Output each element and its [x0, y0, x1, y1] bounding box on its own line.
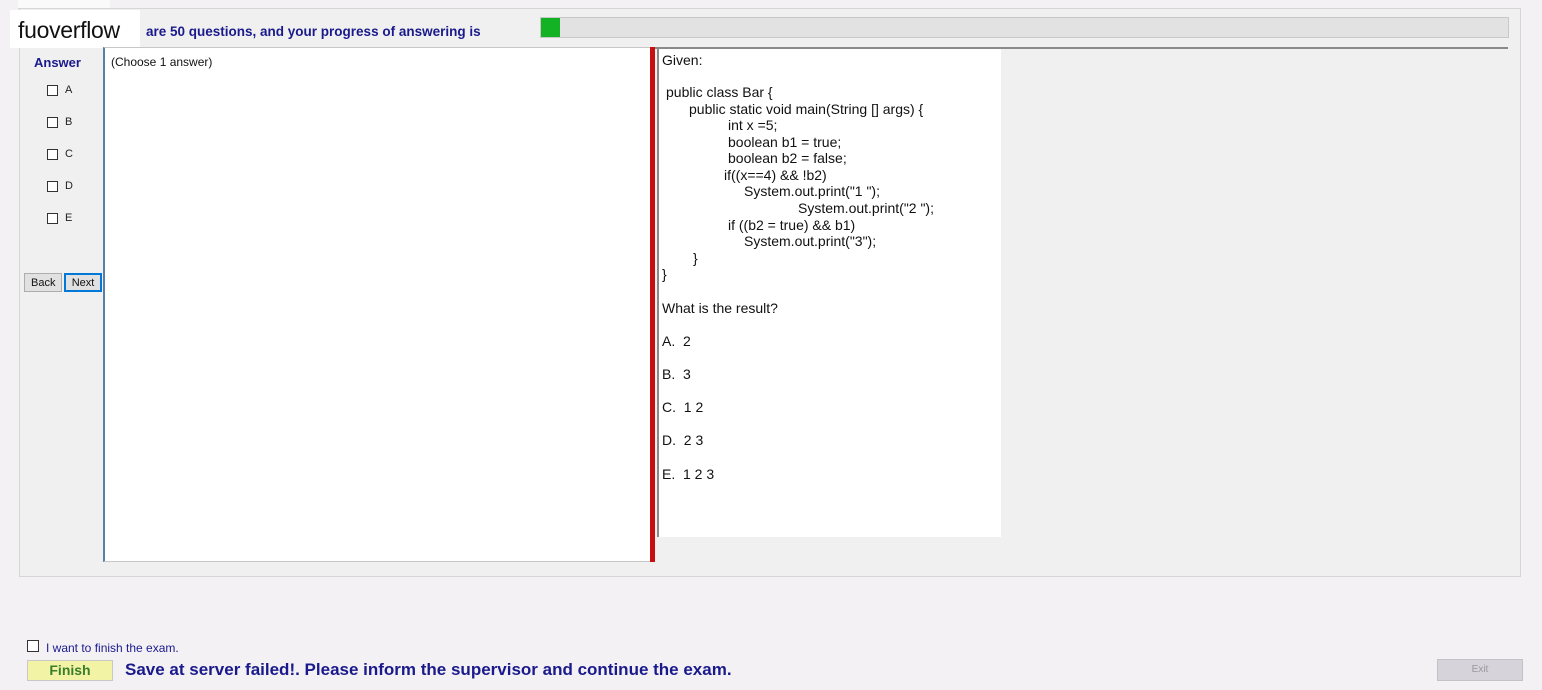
choice-c: C. 1 2 [662, 399, 704, 415]
code-line: } [662, 266, 667, 282]
option-e[interactable]: E [47, 210, 72, 226]
save-status-message: Save at server failed!. Please inform th… [125, 660, 732, 679]
choice-d: D. 2 3 [662, 432, 704, 448]
choice-b: B. 3 [662, 366, 691, 382]
progress-bar [540, 17, 1509, 38]
checkbox[interactable] [47, 116, 58, 128]
question-given: Given: [662, 52, 703, 68]
code-line: System.out.print("3"); [744, 233, 877, 249]
option-d[interactable]: D [47, 178, 73, 194]
choice-e: E. 1 2 3 [662, 466, 715, 482]
finish-button[interactable]: Finish [27, 660, 113, 681]
option-label: C [65, 148, 73, 160]
option-label: D [65, 180, 73, 192]
finish-checkbox-label: I want to finish the exam. [46, 641, 179, 655]
finish-checkbox[interactable] [27, 640, 39, 652]
option-a[interactable]: A [47, 82, 72, 98]
progress-text: are 50 questions, and your progress of a… [146, 24, 481, 39]
option-label: B [65, 116, 73, 128]
checkbox[interactable] [47, 180, 58, 192]
code-line: boolean b2 = false; [728, 150, 847, 166]
option-c[interactable]: C [47, 146, 73, 162]
question-panel: Given: public class Bar { public static … [657, 49, 1001, 537]
code-line: public static void main(String [] args) … [689, 101, 924, 117]
code-line: if((x==4) && !b2) [724, 167, 827, 183]
code-line: public class Bar { [666, 84, 773, 100]
code-line: int x =5; [728, 117, 778, 133]
next-button[interactable]: Next [64, 273, 102, 292]
code-line: System.out.print("1 "); [744, 183, 880, 199]
choice-a: A. 2 [662, 333, 691, 349]
answer-panel [103, 47, 650, 562]
exit-button[interactable]: Exit [1437, 659, 1523, 681]
watermark: fuoverflow [10, 10, 140, 48]
code-line: boolean b1 = true; [728, 134, 842, 150]
code-line: if ((b2 = true) && b1) [728, 217, 856, 233]
back-button[interactable]: Back [24, 273, 62, 292]
code-line: System.out.print("2 "); [798, 200, 934, 216]
checkbox[interactable] [47, 84, 58, 96]
code-line: } [693, 250, 698, 266]
progress-fill [541, 18, 560, 37]
option-label: A [65, 84, 73, 96]
choose-instruction: (Choose 1 answer) [111, 55, 213, 69]
checkbox[interactable] [47, 148, 58, 160]
answer-title: Answer [34, 55, 81, 70]
checkbox[interactable] [47, 212, 58, 224]
option-label: E [65, 212, 73, 224]
option-b[interactable]: B [47, 114, 72, 130]
question-prompt: What is the result? [662, 300, 778, 316]
